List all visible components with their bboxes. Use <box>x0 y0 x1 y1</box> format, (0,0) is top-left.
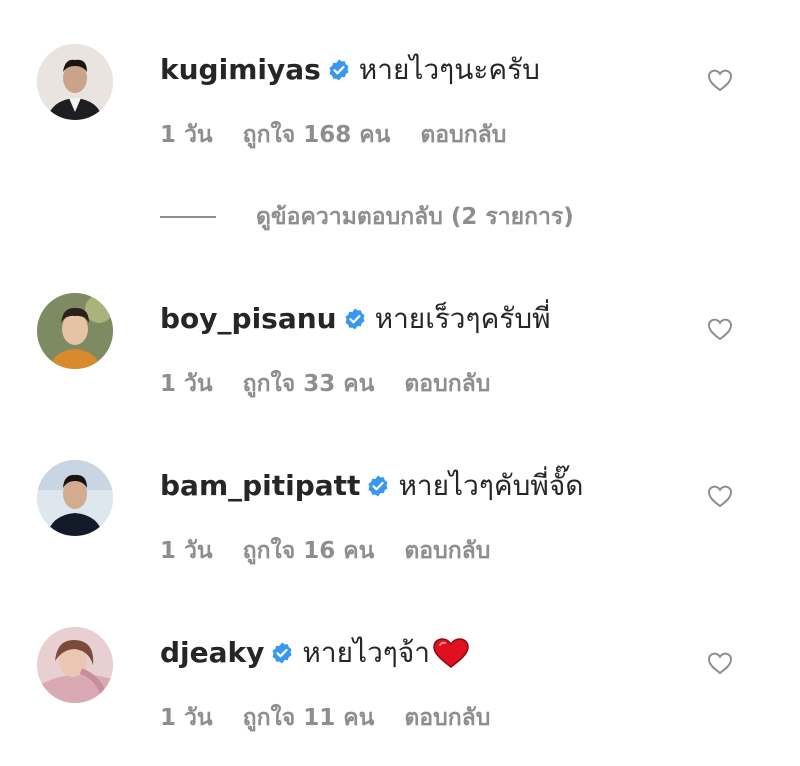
comment-time: 1 วัน <box>160 705 213 731</box>
username-link[interactable]: bam_pitipatt <box>160 468 360 504</box>
comment-meta: 1 วัน ถูกใจ 16 คน ตอบกลับ <box>160 536 520 566</box>
comment-line: djeaky หายไวๆจ้า <box>160 635 470 671</box>
comment-line: bam_pitipatt หายไวๆคับพี่จั๊ด <box>160 468 583 504</box>
reply-button[interactable]: ตอบกลับ <box>420 120 506 150</box>
verified-badge-icon <box>327 58 351 82</box>
comment-line: boy_pisanu หายเร็วๆครับพี่ <box>160 301 551 337</box>
reply-button[interactable]: ตอบกลับ <box>404 536 490 566</box>
comment-time: 1 วัน <box>160 371 213 397</box>
comment-time: 1 วัน <box>160 122 213 148</box>
comment-line: kugimiyas หายไวๆนะครับ <box>160 52 540 88</box>
view-replies-label: ดูข้อความตอบกลับ (2 รายการ) <box>256 204 574 230</box>
comment-time: 1 วัน <box>160 538 213 564</box>
heart-outline-icon[interactable] <box>706 66 734 94</box>
view-replies-button[interactable]: ดูข้อความตอบกลับ (2 รายการ) <box>160 202 574 232</box>
avatar[interactable] <box>37 460 113 536</box>
comment-text: หายไวๆนะครับ <box>358 53 540 86</box>
comment-text: หายไวๆคับพี่จั๊ด <box>398 469 584 502</box>
reply-button[interactable]: ตอบกลับ <box>404 703 490 733</box>
like-count[interactable]: ถูกใจ 16 คน <box>243 536 375 566</box>
divider <box>160 216 216 218</box>
comment-meta: 1 วัน ถูกใจ 168 คน ตอบกลับ <box>160 120 536 150</box>
username-link[interactable]: kugimiyas <box>160 52 321 88</box>
username-link[interactable]: djeaky <box>160 635 264 671</box>
like-count[interactable]: ถูกใจ 168 คน <box>243 120 391 150</box>
verified-badge-icon <box>270 641 294 665</box>
reply-button[interactable]: ตอบกลับ <box>404 369 490 399</box>
comment-text: หายเร็วๆครับพี่ <box>374 302 551 335</box>
heart-outline-icon[interactable] <box>706 649 734 677</box>
comment-meta: 1 วัน ถูกใจ 33 คน ตอบกลับ <box>160 369 520 399</box>
verified-badge-icon <box>366 474 390 498</box>
like-count[interactable]: ถูกใจ 33 คน <box>243 369 375 399</box>
red-heart-emoji <box>432 637 470 669</box>
comment-list: kugimiyas หายไวๆนะครับ 1 วัน ถูกใจ 168 ค… <box>0 0 800 766</box>
heart-outline-icon[interactable] <box>706 315 734 343</box>
heart-outline-icon[interactable] <box>706 482 734 510</box>
avatar[interactable] <box>37 627 113 703</box>
like-count[interactable]: ถูกใจ 11 คน <box>243 703 375 733</box>
comment-meta: 1 วัน ถูกใจ 11 คน ตอบกลับ <box>160 703 520 733</box>
verified-badge-icon <box>343 307 367 331</box>
avatar[interactable] <box>37 293 113 369</box>
username-link[interactable]: boy_pisanu <box>160 301 337 337</box>
comment-text: หายไวๆจ้า <box>302 636 430 669</box>
avatar[interactable] <box>37 44 113 120</box>
